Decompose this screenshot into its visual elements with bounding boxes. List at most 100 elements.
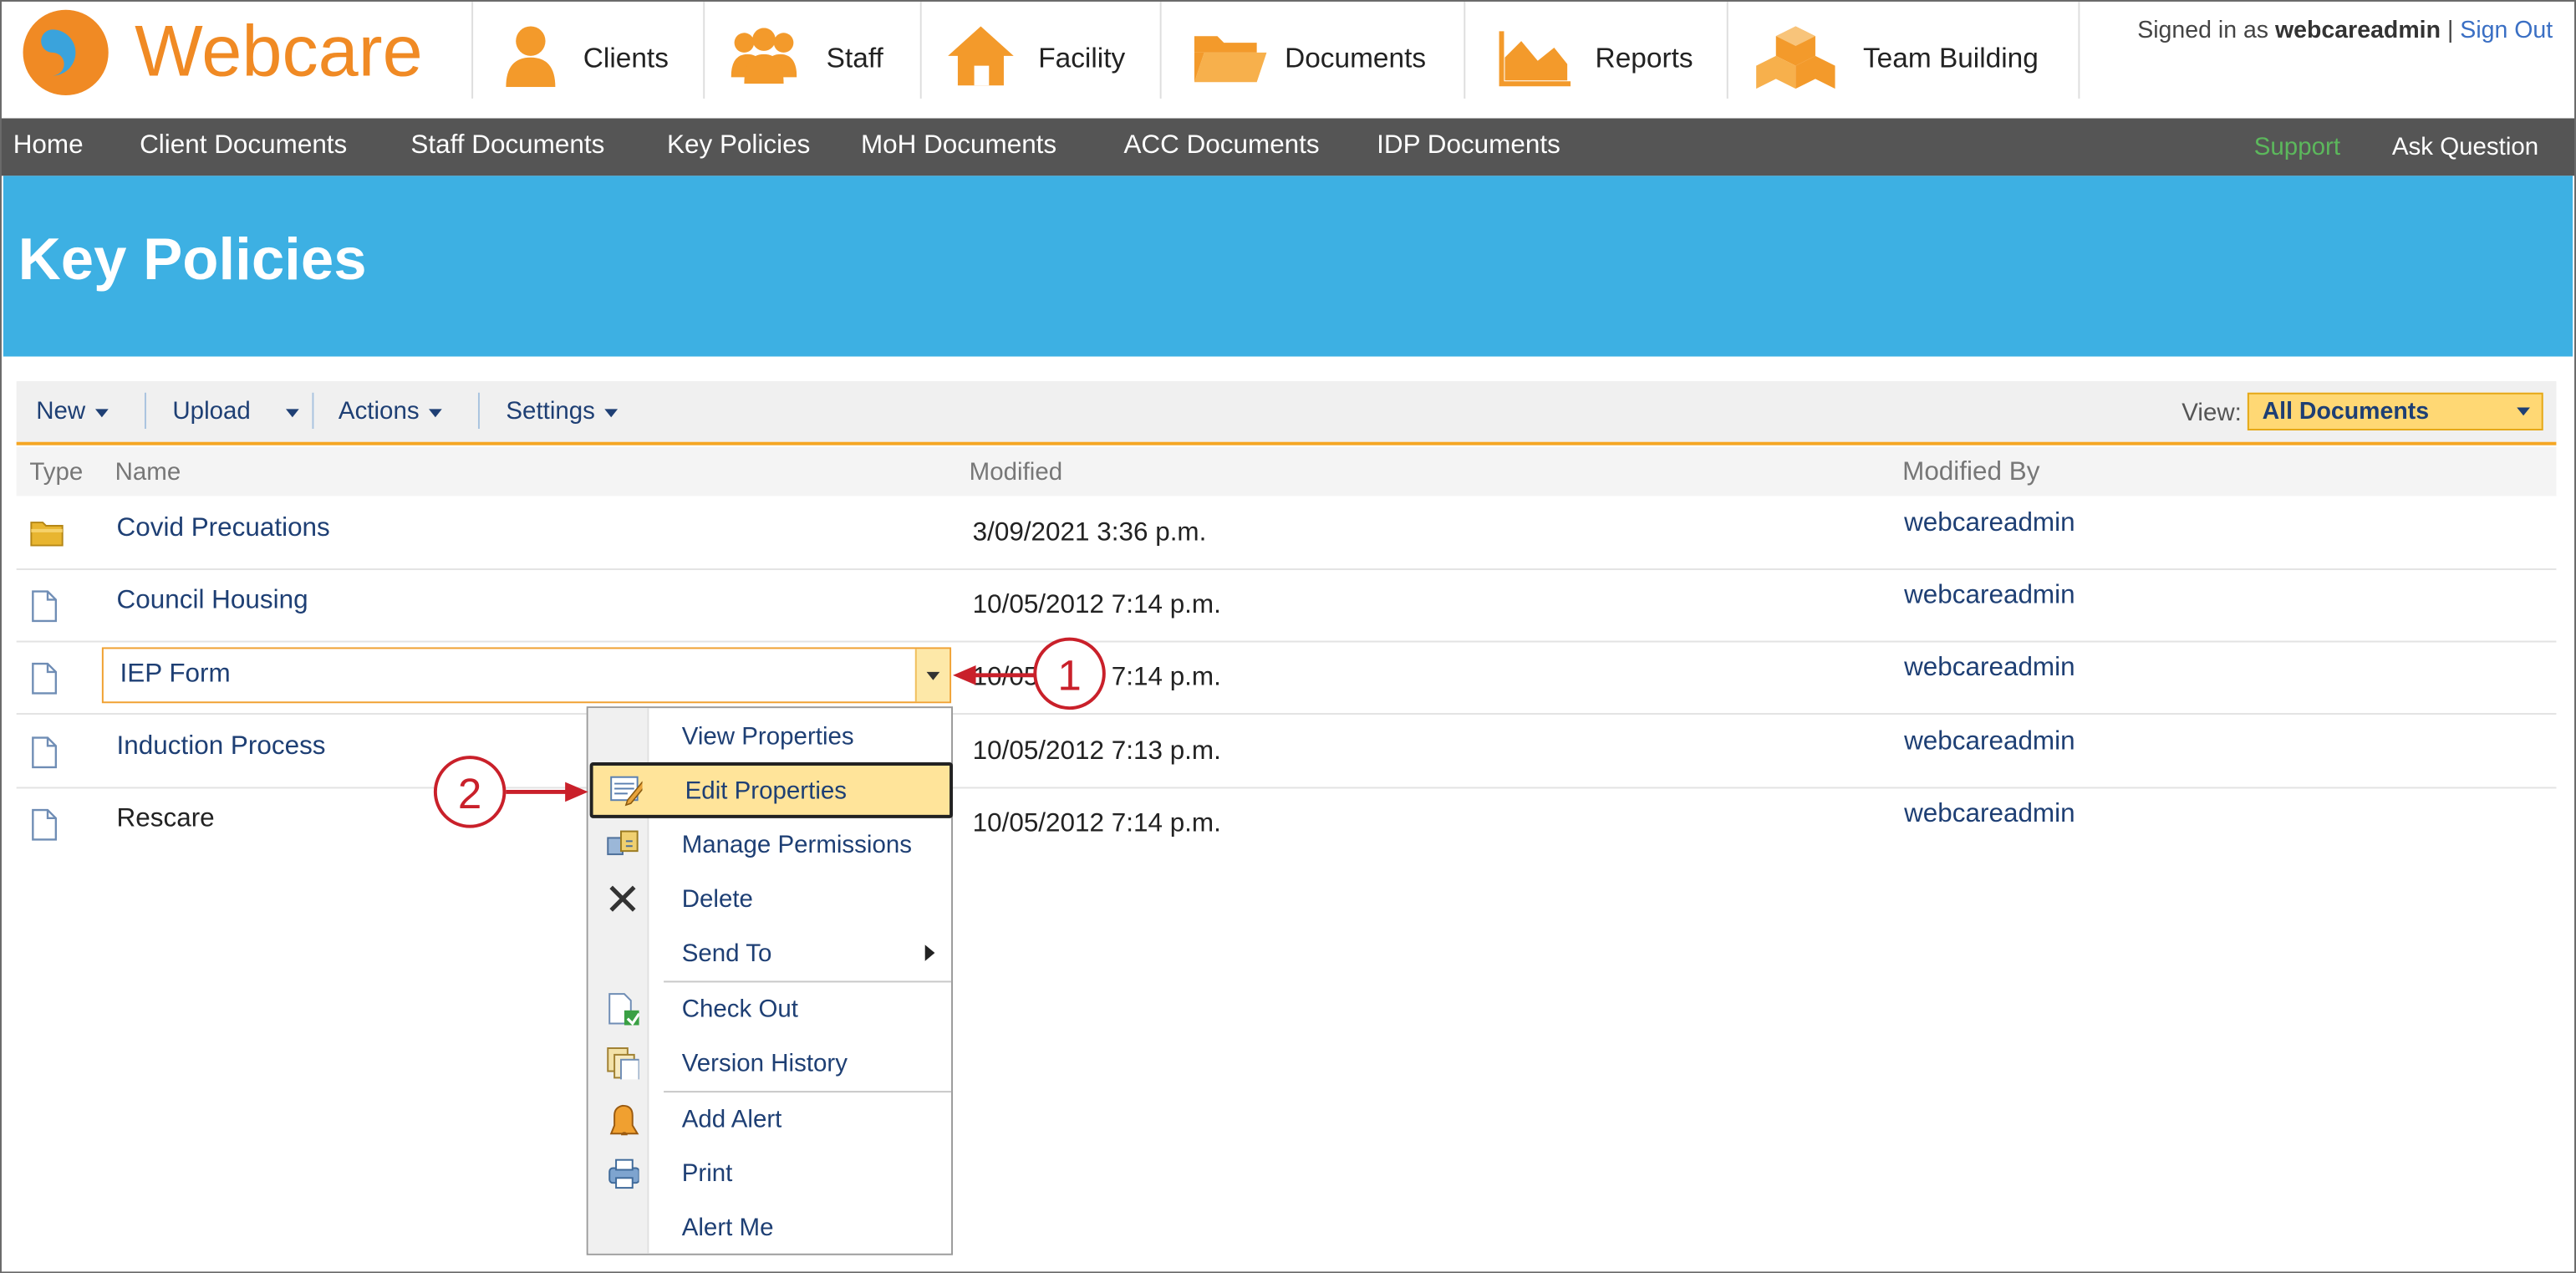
subnav-ask-question[interactable]: Ask Question [2392, 133, 2538, 160]
chevron-down-icon [286, 408, 299, 417]
subnav-staff-documents[interactable]: Staff Documents [410, 131, 604, 160]
logo-text: Webcare [135, 11, 423, 93]
nav-tab-label: Reports [1595, 43, 1693, 74]
check-out-icon [608, 993, 639, 1026]
menu-item-send-to[interactable]: Send To [588, 929, 951, 978]
webcare-logo[interactable]: Webcare [20, 7, 464, 105]
sub-navigation: Home Client Documents Staff Documents Ke… [0, 118, 2576, 176]
settings-menu-button[interactable]: Settings [506, 397, 619, 426]
upload-button[interactable]: Upload [172, 398, 250, 425]
chevron-down-icon [95, 408, 109, 417]
menu-item-print[interactable]: Print [588, 1148, 951, 1198]
menu-item-view-properties[interactable]: View Properties [588, 711, 951, 761]
document-name-link[interactable]: IEP Form [120, 660, 230, 690]
view-label: View: [2181, 399, 2242, 428]
subnav-moh-documents[interactable]: MoH Documents [861, 131, 1056, 160]
nav-tab-documents[interactable]: Documents [1162, 0, 1466, 99]
nav-tab-label: Facility [1038, 43, 1126, 74]
menu-item-manage-permissions[interactable]: Manage Permissions [588, 820, 951, 869]
library-toolbar: New Upload Actions Settings View: All Do… [16, 381, 2557, 446]
menu-divider [664, 1091, 952, 1093]
nav-tab-facility[interactable]: Facility [922, 0, 1162, 99]
menu-item-label: Version History [681, 1049, 848, 1078]
nav-tab-label: Staff [826, 43, 883, 74]
menu-item-version-history[interactable]: Version History [588, 1038, 951, 1087]
modified-by-link[interactable]: webcareadmin [1904, 654, 2075, 683]
subnav-key-policies[interactable]: Key Policies [667, 131, 810, 160]
document-icon [32, 736, 58, 769]
menu-item-label: Alert Me [681, 1214, 774, 1242]
modified-by-link[interactable]: webcareadmin [1904, 800, 2075, 829]
subnav-idp-documents[interactable]: IDP Documents [1377, 131, 1560, 160]
group-icon [731, 28, 797, 84]
document-name-link[interactable]: Council Housing [117, 587, 308, 616]
table-row[interactable]: Induction Process 10/05/2012 7:13 p.m. w… [16, 715, 2557, 789]
subnav-acc-documents[interactable]: ACC Documents [1123, 131, 1319, 160]
new-menu-button[interactable]: New [36, 398, 109, 425]
settings-label: Settings [506, 397, 595, 426]
callout-2: 2 [433, 756, 507, 828]
callout-1: 1 [1033, 637, 1106, 710]
document-name-link[interactable]: Covid Precuations [117, 514, 330, 543]
nav-tab-reports[interactable]: Reports [1465, 0, 1728, 99]
house-icon [948, 26, 1014, 86]
view-selector[interactable]: All Documents [2247, 392, 2543, 430]
toolbar-divider [477, 392, 480, 430]
nav-tab-label: Clients [583, 43, 669, 74]
modified-by-link[interactable]: webcareadmin [1904, 728, 2075, 757]
menu-item-check-out[interactable]: Check Out [588, 984, 951, 1033]
document-icon [32, 590, 58, 623]
menu-item-label: Manage Permissions [681, 831, 913, 859]
table-row[interactable]: Covid Precuations 3/09/2021 3:36 p.m. we… [16, 496, 2557, 571]
column-name[interactable]: Name [115, 458, 181, 486]
menu-item-label: Delete [681, 885, 753, 914]
modified-by-link[interactable]: webcareadmin [1904, 582, 2075, 611]
nav-tab-clients[interactable]: Clients [473, 0, 705, 99]
selected-item-iep-form[interactable]: IEP Form [101, 647, 952, 704]
modified-date: 10/05/2012 7:14 p.m. [972, 591, 1221, 620]
menu-item-add-alert[interactable]: Add Alert [588, 1094, 951, 1143]
modified-date: 10/05/2012 7:13 p.m. [972, 737, 1221, 766]
subnav-support[interactable]: Support [2254, 133, 2340, 160]
menu-item-label: Send To [681, 939, 772, 968]
menu-item-label: Print [681, 1159, 733, 1189]
sign-out-link[interactable]: Sign Out [2460, 18, 2553, 44]
menu-item-alert-me[interactable]: Alert Me [588, 1203, 951, 1252]
menu-item-label: View Properties [681, 722, 854, 751]
menu-item-edit-properties[interactable]: Edit Properties [589, 762, 954, 818]
document-name-link[interactable]: Rescare [117, 805, 215, 834]
account-divider: | [2446, 18, 2454, 45]
column-modified[interactable]: Modified [970, 458, 1062, 486]
actions-menu-button[interactable]: Actions [338, 397, 443, 426]
delete-icon [609, 885, 636, 912]
permissions-icon [607, 830, 639, 856]
nav-tab-team-building[interactable]: Team Building [1728, 0, 2080, 99]
document-icon [32, 662, 58, 695]
username: webcareadmin [2274, 18, 2441, 45]
nav-tab-staff[interactable]: Staff [705, 0, 922, 99]
table-row[interactable]: Rescare 10/05/2012 7:14 p.m. webcareadmi… [17, 787, 2557, 859]
subnav-home[interactable]: Home [13, 131, 84, 160]
column-modified-by[interactable]: Modified By [1902, 458, 2039, 487]
column-type[interactable]: Type [29, 458, 83, 486]
document-name-link[interactable]: Induction Process [117, 733, 326, 762]
item-context-menu: View Properties Edit Properties Manage P… [586, 706, 954, 1255]
nav-tab-label: Documents [1285, 43, 1427, 74]
chevron-down-icon [429, 408, 443, 417]
actions-label: Actions [338, 397, 420, 426]
modified-date: 3/09/2021 3:36 p.m. [972, 519, 1207, 547]
upload-dropdown-button[interactable] [276, 398, 299, 425]
folder-icon [30, 522, 64, 547]
edit-properties-icon [610, 776, 643, 807]
chevron-down-icon [604, 408, 619, 417]
page-banner: Key Policies [3, 176, 2573, 357]
menu-item-label: Add Alert [681, 1105, 782, 1134]
menu-item-delete[interactable]: Delete [588, 874, 951, 924]
alert-bell-icon [609, 1104, 639, 1136]
item-menu-dropdown-button[interactable] [914, 649, 950, 702]
document-icon [32, 808, 58, 841]
table-row[interactable]: Council Housing 10/05/2012 7:14 p.m. web… [16, 568, 2557, 643]
modified-by-link[interactable]: webcareadmin [1904, 509, 2075, 538]
subnav-client-documents[interactable]: Client Documents [140, 131, 347, 160]
chevron-down-icon [2517, 407, 2530, 416]
